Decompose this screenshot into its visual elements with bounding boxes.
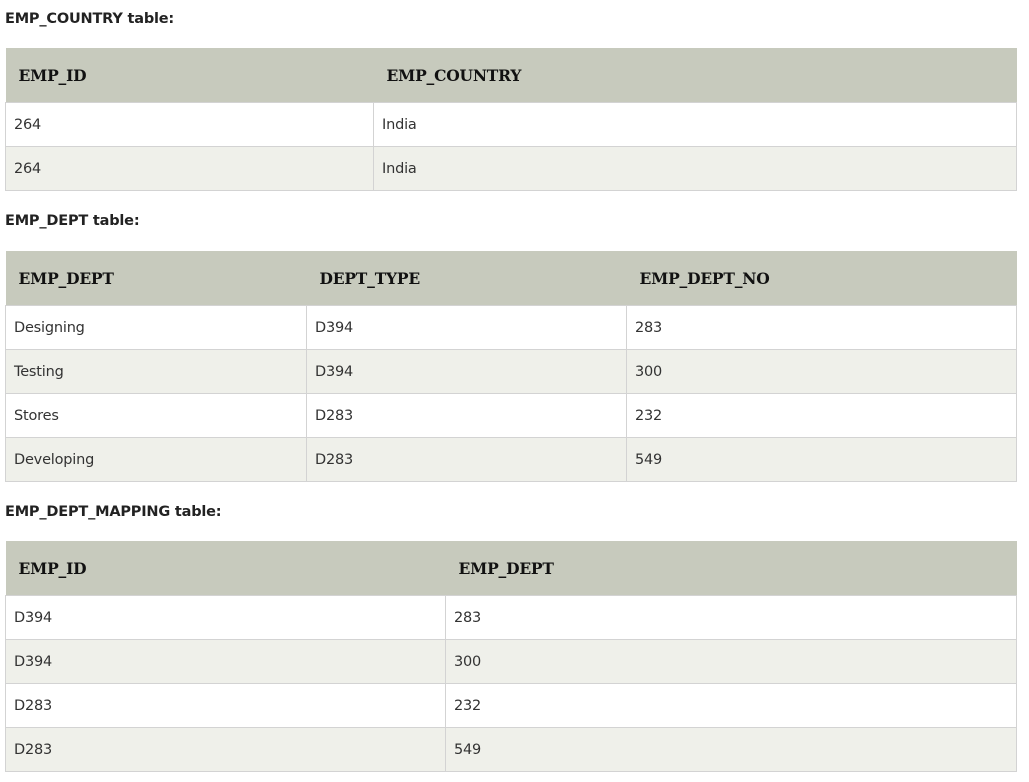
column-header-emp-id: EMP_ID <box>5 48 374 103</box>
cell-emp-dept: Developing <box>5 437 307 482</box>
cell-emp-country: India <box>373 146 1017 191</box>
cell-emp-dept: 549 <box>445 727 1017 772</box>
cell-dept-type: D283 <box>306 437 627 482</box>
cell-emp-dept: Testing <box>5 349 307 394</box>
cell-emp-id: D394 <box>5 639 446 684</box>
cell-emp-dept-no: 300 <box>626 349 1017 394</box>
cell-emp-country: India <box>373 102 1017 147</box>
cell-dept-type: D283 <box>306 393 627 438</box>
column-header-emp-id: EMP_ID <box>5 541 446 596</box>
table-row: D283 549 <box>5 727 1017 772</box>
cell-emp-dept-no: 549 <box>626 437 1017 482</box>
section-title-emp-dept: EMP_DEPT table: <box>5 213 140 229</box>
emp-country-table: EMP_ID EMP_COUNTRY 264 India 264 India <box>5 48 1017 191</box>
cell-emp-id: D283 <box>5 727 446 772</box>
table-row: D394 283 <box>5 595 1017 640</box>
cell-emp-id: 264 <box>5 102 374 147</box>
cell-emp-dept: Stores <box>5 393 307 438</box>
table-header-row: EMP_ID EMP_COUNTRY <box>5 48 1017 103</box>
cell-emp-id: 264 <box>5 146 374 191</box>
table-row: Developing D283 549 <box>5 437 1017 482</box>
section-title-emp-dept-mapping: EMP_DEPT_MAPPING table: <box>5 504 222 520</box>
column-header-emp-dept-no: EMP_DEPT_NO <box>626 251 1017 306</box>
table-row: Designing D394 283 <box>5 305 1017 350</box>
column-header-emp-dept: EMP_DEPT <box>5 251 307 306</box>
cell-emp-id: D283 <box>5 683 446 728</box>
table-row: 264 India <box>5 102 1017 147</box>
emp-dept-table: EMP_DEPT DEPT_TYPE EMP_DEPT_NO Designing… <box>5 251 1017 482</box>
cell-dept-type: D394 <box>306 305 627 350</box>
cell-emp-dept-no: 283 <box>626 305 1017 350</box>
cell-emp-dept: 283 <box>445 595 1017 640</box>
column-header-emp-dept: EMP_DEPT <box>445 541 1017 596</box>
table-header-row: EMP_DEPT DEPT_TYPE EMP_DEPT_NO <box>5 251 1017 306</box>
cell-emp-id: D394 <box>5 595 446 640</box>
table-header-row: EMP_ID EMP_DEPT <box>5 541 1017 596</box>
column-header-dept-type: DEPT_TYPE <box>306 251 627 306</box>
cell-dept-type: D394 <box>306 349 627 394</box>
emp-dept-mapping-table: EMP_ID EMP_DEPT D394 283 D394 300 D283 2… <box>5 541 1017 772</box>
table-row: D283 232 <box>5 683 1017 728</box>
section-title-emp-country: EMP_COUNTRY table: <box>5 11 174 27</box>
cell-emp-dept: Designing <box>5 305 307 350</box>
table-row: Stores D283 232 <box>5 393 1017 438</box>
cell-emp-dept: 300 <box>445 639 1017 684</box>
table-row: Testing D394 300 <box>5 349 1017 394</box>
cell-emp-dept: 232 <box>445 683 1017 728</box>
table-row: 264 India <box>5 146 1017 191</box>
table-row: D394 300 <box>5 639 1017 684</box>
cell-emp-dept-no: 232 <box>626 393 1017 438</box>
column-header-emp-country: EMP_COUNTRY <box>373 48 1017 103</box>
